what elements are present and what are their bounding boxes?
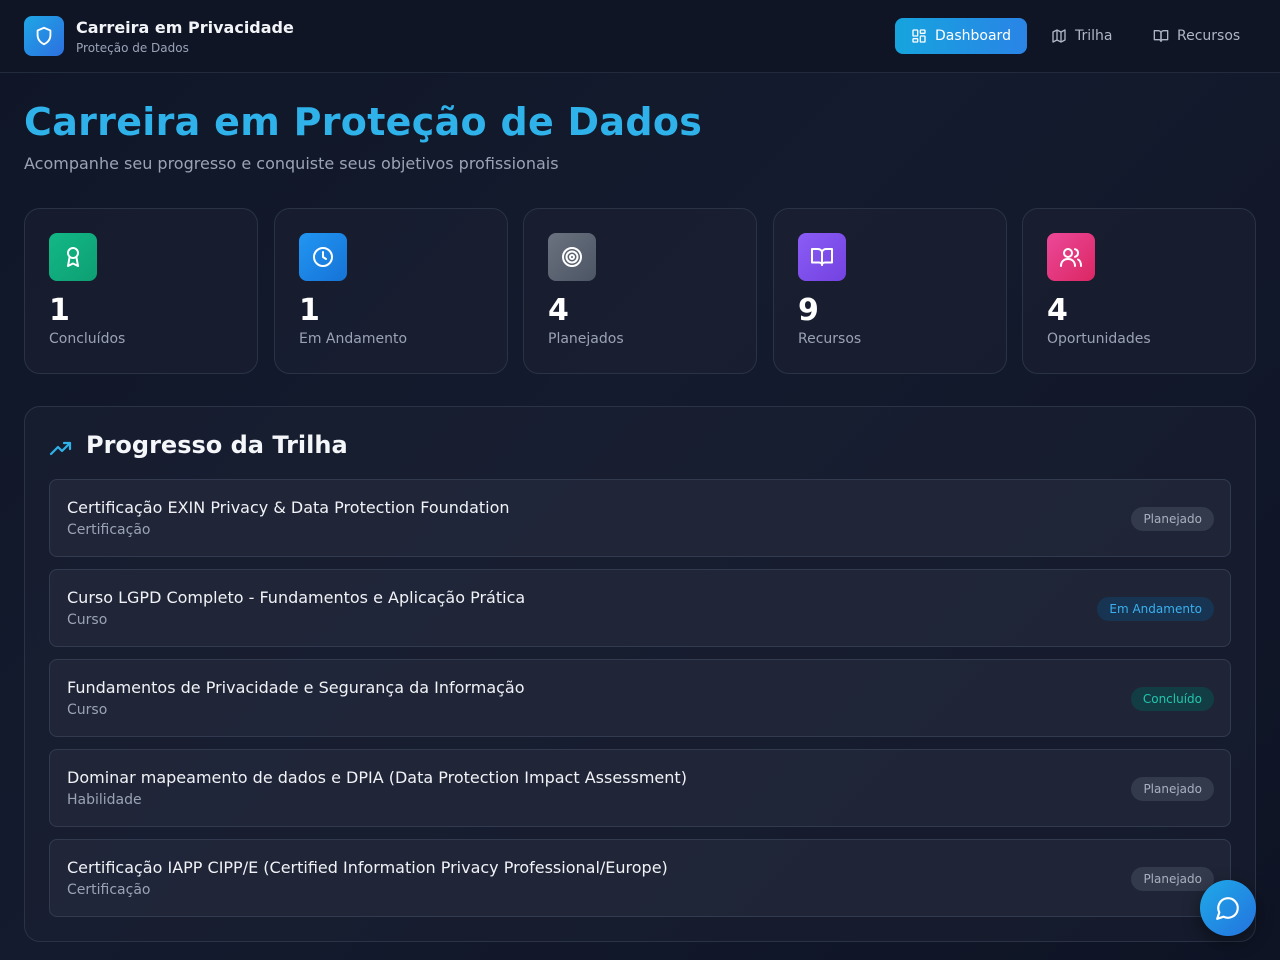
nav-dashboard-button[interactable]: Dashboard xyxy=(895,18,1027,54)
brand-subtitle: Proteção de Dados xyxy=(76,41,189,55)
track-item-title: Dominar mapeamento de dados e DPIA (Data… xyxy=(67,768,687,787)
stat-label: Em Andamento xyxy=(299,331,408,347)
stat-card-recursos: 9 Recursos xyxy=(773,208,1007,374)
track-item[interactable]: Certificação EXIN Privacy & Data Protect… xyxy=(49,479,1231,557)
nav-recursos-button[interactable]: Recursos xyxy=(1137,18,1256,54)
track-item-title: Certificação IAPP CIPP/E (Certified Info… xyxy=(67,858,668,877)
message-circle-icon xyxy=(1216,897,1239,920)
nav-trilha-label: Trilha xyxy=(1075,28,1113,44)
book-open-icon xyxy=(798,233,846,281)
stat-card-concluidos: 1 Concluídos xyxy=(24,208,258,374)
status-badge: Em Andamento xyxy=(1097,597,1214,621)
track-item[interactable]: Curso LGPD Completo - Fundamentos e Apli… xyxy=(49,569,1231,647)
track-item-title: Fundamentos de Privacidade e Segurança d… xyxy=(67,678,525,697)
chat-button[interactable] xyxy=(1200,880,1256,936)
top-bar: Carreira em Privacidade Proteção de Dado… xyxy=(0,0,1280,73)
track-item-title: Curso LGPD Completo - Fundamentos e Apli… xyxy=(67,588,526,607)
layout-grid-icon xyxy=(912,29,926,43)
track-item-type: Curso xyxy=(67,612,108,628)
status-badge: Planejado xyxy=(1131,867,1214,891)
progress-title: Progresso da Trilha xyxy=(86,431,348,459)
stat-label: Recursos xyxy=(798,331,862,347)
track-item[interactable]: Dominar mapeamento de dados e DPIA (Data… xyxy=(49,749,1231,827)
stat-card-em-andamento: 1 Em Andamento xyxy=(274,208,508,374)
track-item-type: Habilidade xyxy=(67,792,142,808)
award-icon xyxy=(49,233,97,281)
stat-value: 4 xyxy=(548,293,569,328)
brand-title: Carreira em Privacidade xyxy=(76,18,294,37)
track-item-title: Certificação EXIN Privacy & Data Protect… xyxy=(67,498,510,517)
book-open-icon xyxy=(1153,30,1169,42)
stat-card-oportunidades: 4 Oportunidades xyxy=(1022,208,1256,374)
nav-recursos-label: Recursos xyxy=(1177,28,1241,44)
track-item[interactable]: Certificação IAPP CIPP/E (Certified Info… xyxy=(49,839,1231,917)
nav-dashboard-label: Dashboard xyxy=(935,28,1011,44)
status-badge: Planejado xyxy=(1131,777,1214,801)
stat-label: Oportunidades xyxy=(1047,331,1151,347)
stat-value: 1 xyxy=(299,293,320,328)
clock-icon xyxy=(299,233,347,281)
track-item-type: Certificação xyxy=(67,882,151,898)
map-icon xyxy=(1052,29,1066,43)
status-badge: Concluído xyxy=(1130,687,1214,711)
users-icon xyxy=(1047,233,1095,281)
track-item-type: Certificação xyxy=(67,522,151,538)
stat-label: Concluídos xyxy=(49,331,126,347)
stat-label: Planejados xyxy=(548,331,624,347)
track-item-type: Curso xyxy=(67,702,108,718)
stat-value: 4 xyxy=(1047,293,1068,328)
shield-icon[interactable] xyxy=(24,16,64,56)
page-title: Carreira em Proteção de Dados xyxy=(24,100,703,144)
stat-card-planejados: 4 Planejados xyxy=(523,208,757,374)
stat-value: 1 xyxy=(49,293,70,328)
target-icon xyxy=(548,233,596,281)
track-item[interactable]: Fundamentos de Privacidade e Segurança d… xyxy=(49,659,1231,737)
trending-up-icon xyxy=(49,441,72,456)
status-badge: Planejado xyxy=(1131,507,1214,531)
nav-trilha-button[interactable]: Trilha xyxy=(1035,18,1128,54)
stat-value: 9 xyxy=(798,293,819,328)
progress-panel: Progresso da Trilha Certificação EXIN Pr… xyxy=(24,406,1256,942)
page-subtitle: Acompanhe seu progresso e conquiste seus… xyxy=(24,154,559,173)
